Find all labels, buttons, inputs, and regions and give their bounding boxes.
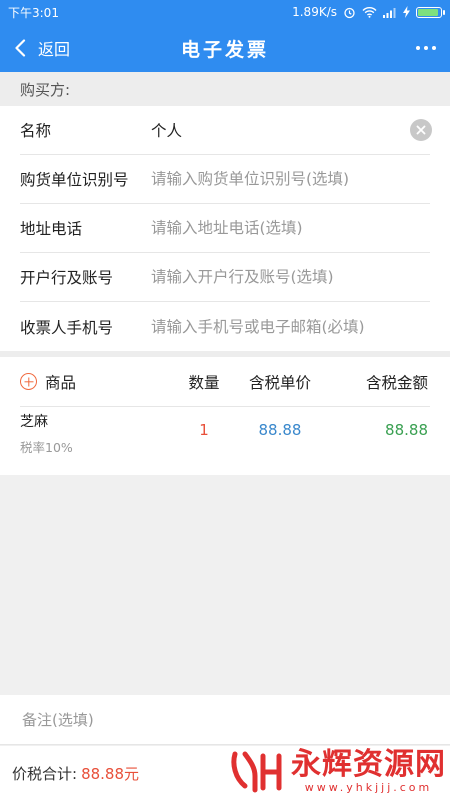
goods-quantity: 1 bbox=[199, 421, 209, 439]
amount-header: 含税金额 bbox=[365, 373, 428, 392]
quantity-header: 数量 bbox=[188, 373, 220, 392]
bank-account-label: 开户行及账号 bbox=[20, 269, 114, 287]
network-speed: 1.89K/s bbox=[292, 5, 337, 19]
watermark-title: 永辉资源网 bbox=[291, 747, 446, 782]
tax-id-label: 购货单位识别号 bbox=[20, 171, 129, 189]
bank-account-input[interactable] bbox=[151, 268, 430, 286]
add-goods-icon[interactable] bbox=[20, 373, 37, 390]
address-phone-row: 地址电话 bbox=[20, 204, 430, 253]
goods-name-cell: 芝麻 税率10% bbox=[20, 411, 177, 456]
address-phone-input[interactable] bbox=[151, 219, 430, 237]
goods-header-label: 商品 bbox=[45, 373, 77, 392]
signal-icon bbox=[383, 7, 396, 18]
battery-icon bbox=[416, 6, 445, 18]
watermark-logo-icon bbox=[231, 751, 282, 792]
unit-price-header: 含税单价 bbox=[248, 373, 311, 392]
goods-table-header: 商品 数量 含税单价 含税金额 bbox=[20, 357, 430, 407]
total-label: 价税合计: bbox=[12, 764, 78, 783]
status-time: 下午3:01 bbox=[8, 5, 59, 20]
tax-id-row: 购货单位识别号 bbox=[20, 155, 430, 204]
alarm-icon bbox=[344, 7, 355, 18]
status-bar: 下午3:01 1.89K/s bbox=[0, 0, 450, 24]
remark-input[interactable] bbox=[22, 710, 450, 729]
receiver-contact-row: 收票人手机号 bbox=[20, 302, 430, 351]
back-button[interactable]: 返回 bbox=[0, 24, 70, 72]
goods-table: 商品 数量 含税单价 含税金额 芝麻 税率10% 1 88.88 88.88 bbox=[0, 357, 450, 475]
chevron-left-icon bbox=[15, 39, 26, 57]
goods-amount: 88.88 bbox=[385, 421, 428, 439]
buyer-form: 名称 购货单位识别号 地址电话 开户行及账号 收票人手机号 bbox=[0, 106, 450, 351]
back-label: 返回 bbox=[38, 40, 71, 59]
charging-icon bbox=[403, 6, 410, 18]
clear-icon[interactable] bbox=[410, 119, 432, 141]
buyer-name-label: 名称 bbox=[20, 122, 52, 140]
goods-unit-price: 88.88 bbox=[258, 421, 302, 439]
tax-id-input[interactable] bbox=[151, 170, 430, 188]
address-phone-label: 地址电话 bbox=[20, 220, 83, 238]
wifi-icon bbox=[362, 7, 377, 18]
receiver-contact-input[interactable] bbox=[151, 317, 430, 336]
nav-bar: 返回 电子发票 bbox=[0, 24, 450, 72]
watermark-text: 永辉资源网 www.yhkjjj.com bbox=[291, 747, 446, 795]
watermark-url: www.yhkjjj.com bbox=[304, 781, 433, 794]
more-dot-icon bbox=[424, 46, 428, 50]
status-indicators: 1.89K/s bbox=[292, 5, 445, 19]
remark-row bbox=[0, 695, 450, 745]
more-dot-icon bbox=[416, 46, 420, 50]
buyer-name-row: 名称 bbox=[20, 106, 432, 155]
goods-name: 芝麻 bbox=[20, 414, 48, 430]
more-dot-icon bbox=[432, 46, 436, 50]
buyer-name-input[interactable] bbox=[151, 121, 410, 139]
receiver-contact-label: 收票人手机号 bbox=[20, 318, 114, 337]
watermark: 永辉资源网 www.yhkjjj.com bbox=[229, 749, 446, 794]
buyer-section-title: 购买方: bbox=[0, 72, 450, 106]
goods-tax-rate: 税率10% bbox=[20, 440, 73, 455]
goods-name-header: 商品 bbox=[20, 371, 177, 393]
bank-account-row: 开户行及账号 bbox=[20, 253, 430, 302]
goods-row[interactable]: 芝麻 税率10% 1 88.88 88.88 bbox=[20, 407, 430, 456]
total-value: 88.88元 bbox=[81, 764, 140, 783]
more-button[interactable] bbox=[416, 24, 450, 72]
